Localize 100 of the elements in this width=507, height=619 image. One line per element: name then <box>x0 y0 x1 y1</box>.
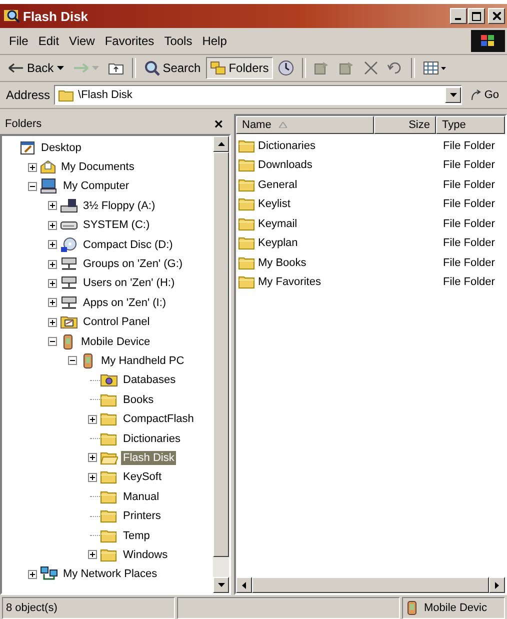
tree-item[interactable]: 3½ Floppy (A:) <box>81 198 158 213</box>
expand-icon[interactable] <box>88 472 96 482</box>
clock-icon <box>278 60 294 76</box>
file-name[interactable]: Keylist <box>258 198 290 210</box>
file-name[interactable]: Keyplan <box>258 237 298 250</box>
tree-item[interactable]: Printers <box>121 509 163 524</box>
go-button[interactable]: Go <box>466 89 503 101</box>
file-name[interactable]: My Favorites <box>258 276 321 288</box>
folder-icon <box>100 430 118 447</box>
expand-icon[interactable] <box>88 414 96 424</box>
file-name[interactable]: Keymail <box>258 218 298 230</box>
folder-icon <box>100 488 118 505</box>
expand-icon[interactable] <box>88 550 96 560</box>
database-folder-icon <box>100 372 118 388</box>
column-header[interactable]: Name <box>236 116 374 134</box>
sort-ascending-icon <box>279 122 288 128</box>
tree-item[interactable]: Databases <box>121 373 178 388</box>
minimize-button[interactable] <box>450 8 467 24</box>
search-button[interactable]: Search <box>140 57 205 79</box>
tree-item[interactable]: CompactFlash <box>121 412 196 426</box>
tree-item[interactable]: My Computer <box>61 179 132 194</box>
computer-icon <box>40 178 58 194</box>
file-type: File Folder <box>442 159 496 172</box>
maximize-button[interactable] <box>468 8 485 24</box>
vertical-scrollbar[interactable] <box>213 136 229 593</box>
right-arrow-icon[interactable] <box>495 582 499 588</box>
menu-item[interactable]: Favorites <box>102 34 162 48</box>
tree-item[interactable]: My Handheld PC <box>99 354 186 368</box>
documents-folder-icon <box>40 159 56 176</box>
menu-item[interactable]: Edit <box>35 34 66 48</box>
expand-icon[interactable] <box>48 201 56 210</box>
tree-item[interactable]: Temp <box>121 528 152 542</box>
up-arrow-icon[interactable] <box>218 142 224 146</box>
menu-item[interactable]: File <box>6 34 36 48</box>
horizontal-scrollbar[interactable] <box>236 577 505 593</box>
folder-icon <box>238 138 255 153</box>
column-header[interactable]: Size <box>374 116 436 134</box>
tree-item[interactable]: Books <box>121 392 156 407</box>
column-header[interactable]: Type <box>436 116 505 134</box>
close-button[interactable] <box>488 8 505 24</box>
down-arrow-icon[interactable] <box>218 583 224 587</box>
status-zone: Mobile Devic <box>424 602 487 614</box>
tree-item[interactable]: Apps on 'Zen' (I:) <box>81 296 168 310</box>
folder-icon <box>238 178 255 192</box>
menu-item[interactable]: Tools <box>161 34 200 48</box>
expand-icon[interactable] <box>48 278 56 288</box>
folder-icon <box>100 528 118 544</box>
collapse-icon[interactable] <box>28 182 36 191</box>
left-arrow-icon[interactable] <box>242 582 246 588</box>
file-name[interactable]: Dictionaries <box>258 140 316 152</box>
tree-item[interactable]: My Network Places <box>61 567 160 582</box>
expand-icon[interactable] <box>48 260 56 269</box>
file-name[interactable]: My Books <box>258 256 306 269</box>
expand-icon[interactable] <box>28 162 36 172</box>
expand-icon[interactable] <box>48 318 56 327</box>
collapse-icon[interactable] <box>48 337 56 346</box>
menu-item[interactable]: View <box>66 34 102 48</box>
forward-arrow-icon <box>72 63 89 73</box>
expand-icon[interactable] <box>48 220 56 230</box>
file-type: File Folder <box>442 276 496 288</box>
tree-item[interactable]: Flash Disk <box>121 450 176 465</box>
file-name[interactable]: General <box>258 178 298 191</box>
views-icon <box>422 61 447 75</box>
tree-item[interactable]: Groups on 'Zen' (G:) <box>81 257 185 272</box>
cd-drive-icon <box>60 236 78 253</box>
dropdown-button[interactable] <box>445 87 462 103</box>
folder-icon <box>100 469 118 486</box>
tree-item[interactable]: Users on 'Zen' (H:) <box>81 276 177 290</box>
close-pane-button[interactable]: × <box>210 116 227 132</box>
tree-item[interactable]: My Documents <box>59 160 136 174</box>
folders-icon <box>210 61 226 75</box>
folder-icon <box>238 158 255 172</box>
expand-icon[interactable] <box>28 570 36 579</box>
menu-item[interactable]: Help <box>199 34 234 48</box>
search-icon <box>144 60 160 76</box>
pane-title: Folders <box>5 118 42 130</box>
expand-icon[interactable] <box>48 298 56 308</box>
tree-item[interactable]: Compact Disc (D:) <box>81 238 175 252</box>
folders-button[interactable]: Folders <box>206 57 273 79</box>
delete-icon <box>364 61 378 75</box>
tree-item[interactable]: Dictionaries <box>121 432 182 446</box>
collapse-icon[interactable] <box>68 356 76 366</box>
address-field[interactable]: \Flash Disk <box>54 85 462 105</box>
tree-item[interactable]: Mobile Device <box>79 334 152 349</box>
file-type: File Folder <box>442 178 496 191</box>
tree-item[interactable]: Windows <box>121 548 170 562</box>
tree-item[interactable]: Desktop <box>39 140 84 155</box>
file-name[interactable]: Downloads <box>258 159 312 172</box>
file-type: File Folder <box>442 237 496 250</box>
network-drive-icon <box>60 294 78 311</box>
expand-icon[interactable] <box>48 240 56 250</box>
folder-arrow-icon <box>338 61 355 75</box>
tree-item[interactable]: KeySoft <box>121 470 164 484</box>
handheld-device-icon <box>406 601 418 615</box>
back-arrow-icon <box>8 63 24 73</box>
tree-item[interactable]: Manual <box>121 490 162 504</box>
back-button[interactable]: Back <box>4 57 68 79</box>
tree-item[interactable]: Control Panel <box>81 315 152 330</box>
expand-icon[interactable] <box>88 453 96 462</box>
tree-item[interactable]: SYSTEM (C:) <box>81 218 152 232</box>
